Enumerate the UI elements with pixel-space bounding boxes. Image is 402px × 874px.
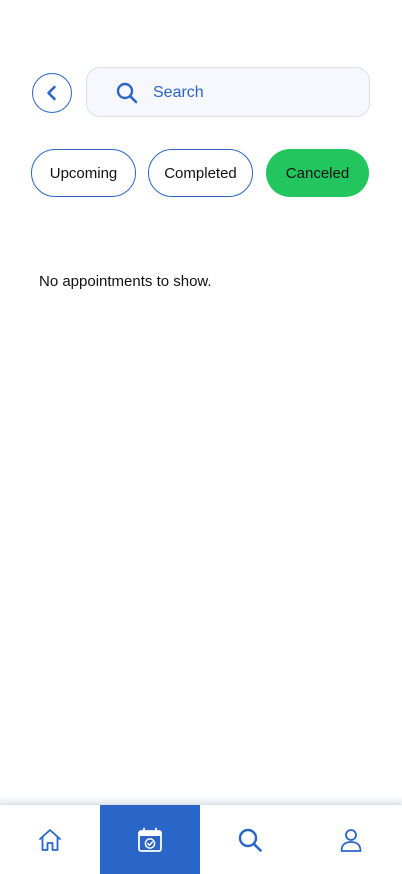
- search-input[interactable]: [153, 80, 353, 106]
- profile-icon: [340, 828, 362, 852]
- tab-upcoming[interactable]: Upcoming: [31, 149, 136, 197]
- empty-state-message: No appointments to show.: [39, 273, 212, 290]
- search-icon: [116, 82, 138, 104]
- tab-upcoming-label: Upcoming: [49, 164, 118, 182]
- calendar-check-icon: [138, 827, 162, 852]
- nav-shadow: [0, 795, 402, 805]
- tab-canceled[interactable]: Canceled: [266, 149, 369, 197]
- nav-profile[interactable]: [300, 805, 402, 874]
- tab-completed[interactable]: Completed: [148, 149, 253, 197]
- search-bar[interactable]: [86, 67, 370, 117]
- home-icon: [39, 828, 61, 851]
- nav-search[interactable]: [200, 805, 300, 874]
- search-icon: [238, 828, 262, 852]
- bottom-navigation: [0, 805, 402, 874]
- tab-canceled-label: Canceled: [285, 164, 350, 182]
- tab-completed-label: Completed: [164, 164, 237, 182]
- back-button[interactable]: [32, 73, 72, 113]
- nav-appointments[interactable]: [100, 805, 200, 874]
- nav-home[interactable]: [0, 805, 100, 874]
- chevron-left-icon: [47, 85, 56, 101]
